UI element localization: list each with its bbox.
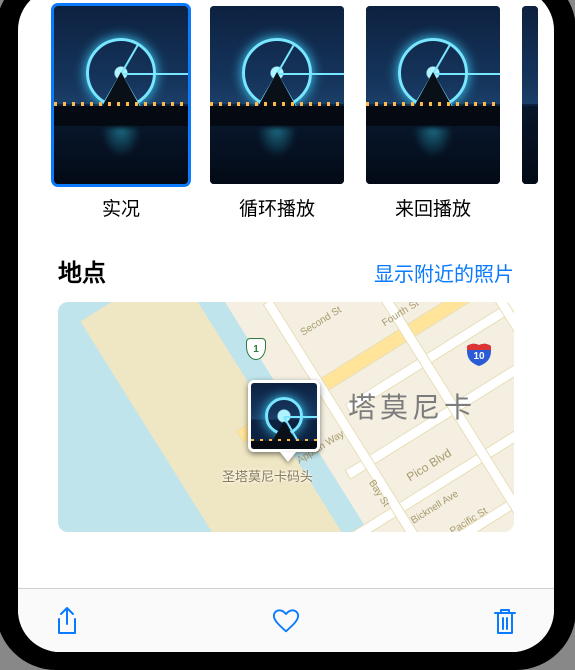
effect-thumbnail: [366, 6, 500, 184]
places-header: 地点 显示附近的照片: [18, 231, 554, 302]
favorite-button[interactable]: [271, 604, 301, 638]
effect-option-bounce[interactable]: 来回播放: [366, 6, 500, 221]
street-label: Second St: [299, 305, 344, 339]
trash-icon: [491, 606, 519, 636]
effect-label: 实况: [102, 194, 140, 221]
screen: 实况 循环播放 来回播放: [18, 0, 554, 652]
effect-label: 循环播放: [239, 194, 315, 221]
heart-icon: [272, 606, 300, 636]
effect-picker: 实况 循环播放 来回播放: [18, 0, 554, 231]
route-shield-ca1: 1: [246, 338, 266, 360]
show-nearby-link[interactable]: 显示附近的照片: [374, 258, 514, 287]
map-photo-pin[interactable]: [248, 380, 320, 452]
places-map[interactable]: Second St Fourth St Appian Way Pico Blvd…: [58, 302, 514, 532]
map-pin-caption: 圣塔莫尼卡码头: [222, 466, 313, 485]
effect-thumbnail: [210, 6, 344, 184]
route-shield-i10: 10: [466, 342, 492, 366]
share-button[interactable]: [52, 604, 82, 638]
places-title: 地点: [58, 253, 106, 288]
effect-thumbnail: [522, 6, 538, 184]
effect-thumbnail: [54, 6, 188, 184]
delete-button[interactable]: [490, 604, 520, 638]
effect-option-next[interactable]: [522, 6, 538, 221]
share-icon: [53, 606, 81, 636]
effect-option-live[interactable]: 实况: [54, 6, 188, 221]
map-pin-tip: [280, 452, 296, 462]
effect-label: 来回播放: [395, 194, 471, 221]
bottom-toolbar: [18, 588, 554, 652]
map-city-label: 塔莫尼卡: [348, 386, 476, 426]
device-frame: 实况 循环播放 来回播放: [0, 0, 575, 670]
effect-option-loop[interactable]: 循环播放: [210, 6, 344, 221]
